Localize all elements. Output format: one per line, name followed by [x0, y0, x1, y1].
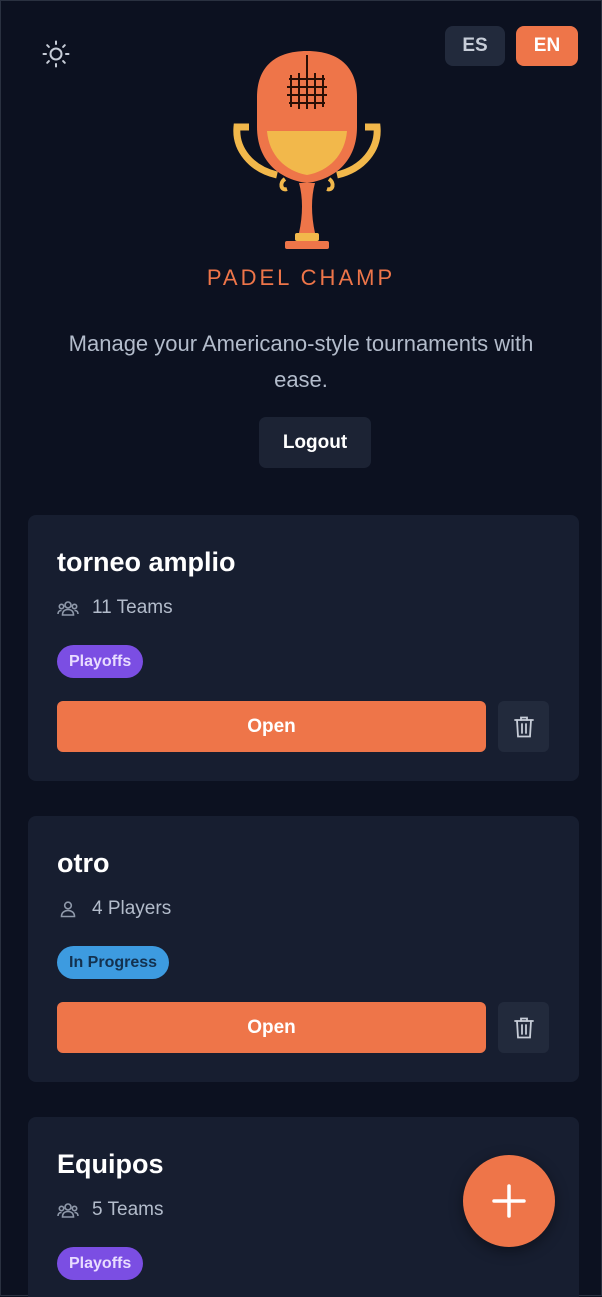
theme-toggle-button[interactable] [39, 37, 73, 71]
status-badge: In Progress [57, 946, 170, 979]
open-tournament-button[interactable]: Open [57, 701, 486, 752]
trash-icon [513, 716, 534, 737]
delete-tournament-button[interactable] [498, 701, 549, 752]
teams-icon [57, 1199, 79, 1221]
status-badge: Playoffs [57, 645, 144, 678]
teams-icon [57, 597, 79, 619]
tournament-meta: 4 Players [57, 898, 171, 920]
tournament-count: 4 Players [92, 898, 172, 919]
open-tournament-button[interactable]: Open [57, 1002, 486, 1053]
sun-icon [42, 40, 70, 68]
trash-icon [513, 1017, 534, 1038]
tournament-name: otro [57, 848, 110, 878]
tournament-name: torneo amplio [57, 547, 236, 577]
language-en-button[interactable]: EN [516, 26, 578, 66]
app-name: PADEL CHAMP [206, 265, 396, 290]
tournament-count: 5 Teams [92, 1199, 164, 1220]
logout-button[interactable]: Logout [259, 417, 371, 468]
language-es-button[interactable]: ES [445, 26, 505, 66]
player-icon [57, 898, 79, 920]
tournament-meta: 11 Teams [57, 597, 173, 619]
tournament-count: 11 Teams [92, 597, 173, 618]
delete-tournament-button[interactable] [498, 1002, 549, 1053]
tournament-meta: 5 Teams [57, 1199, 163, 1221]
status-badge: Playoffs [57, 1247, 144, 1280]
tournament-name: Equipos [57, 1149, 164, 1179]
add-tournament-button[interactable] [463, 1155, 555, 1247]
plus-icon [492, 1184, 526, 1218]
tournament-card: torneo amplio 11 Teams Playoffs Open [28, 515, 579, 781]
tournament-card: otro 4 Players In Progress Open [28, 816, 579, 1082]
padel-trophy-logo [233, 51, 381, 249]
app-tagline: Manage your Americano-style tournaments … [68, 331, 534, 392]
